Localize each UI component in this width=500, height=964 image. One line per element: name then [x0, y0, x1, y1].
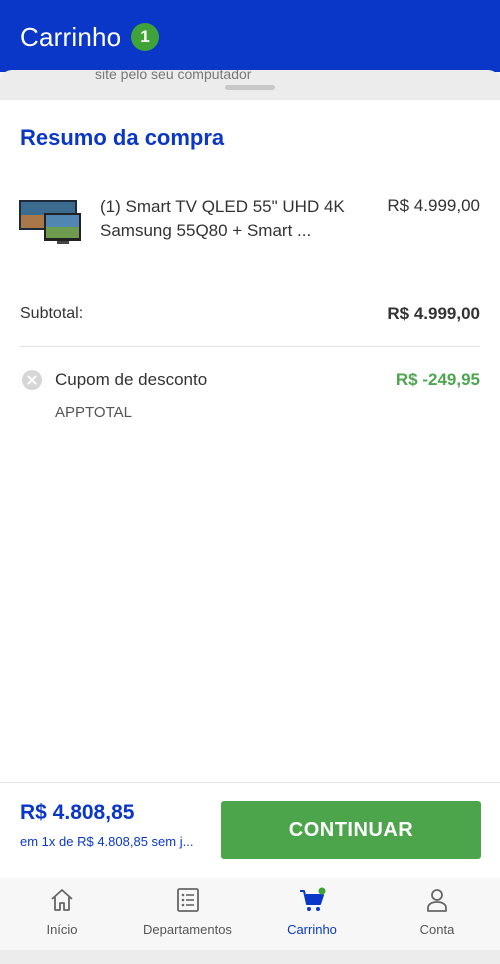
nav-item-carrinho[interactable]: Carrinho [262, 878, 362, 950]
installments-text[interactable]: em 1x de R$ 4.808,85 sem j... [20, 834, 202, 849]
order-total: R$ 4.808,85 [20, 801, 135, 824]
divider [20, 346, 480, 347]
coupon-label: Cupom de desconto [55, 370, 208, 389]
coupon-code: APPTOTAL [55, 404, 132, 421]
system-bar [0, 950, 500, 964]
subtotal-label: Subtotal: [20, 305, 84, 322]
app-header: Carrinho 1 [0, 0, 500, 72]
user-icon [427, 889, 447, 912]
summary-title: Resumo da compra [20, 125, 225, 150]
nav-item-departamentos[interactable]: Departamentos [130, 878, 245, 950]
product-thumbnail[interactable] [19, 197, 81, 247]
continue-button[interactable]: CONTINUAR [221, 801, 481, 859]
list-icon [177, 888, 199, 912]
page-title: Carrinho [20, 22, 122, 52]
nav-label-conta: Conta [419, 922, 455, 937]
nav-label-inicio: Início [46, 922, 78, 937]
cart-icon [300, 887, 326, 911]
cart-count-badge: 1 [131, 23, 159, 51]
bottom-nav: Início Departamentos Carrinho Conta [0, 878, 500, 950]
nav-label-departamentos: Departamentos [143, 922, 232, 937]
nav-item-inicio[interactable]: Início [12, 878, 112, 950]
product-price: R$ 4.999,00 [387, 196, 480, 215]
product-name[interactable]: (1) Smart TV QLED 55" UHD 4K Samsung 55Q… [100, 195, 362, 243]
home-icon [51, 889, 73, 911]
background-text: site pelo seu computador [95, 70, 252, 82]
nav-label-carrinho: Carrinho [287, 922, 337, 937]
subtotal-value: R$ 4.999,00 [387, 304, 480, 323]
remove-coupon-icon[interactable] [22, 370, 42, 390]
coupon-discount-value: R$ -249,95 [395, 370, 480, 389]
nav-item-conta[interactable]: Conta [387, 878, 487, 950]
drag-handle[interactable] [225, 85, 275, 90]
